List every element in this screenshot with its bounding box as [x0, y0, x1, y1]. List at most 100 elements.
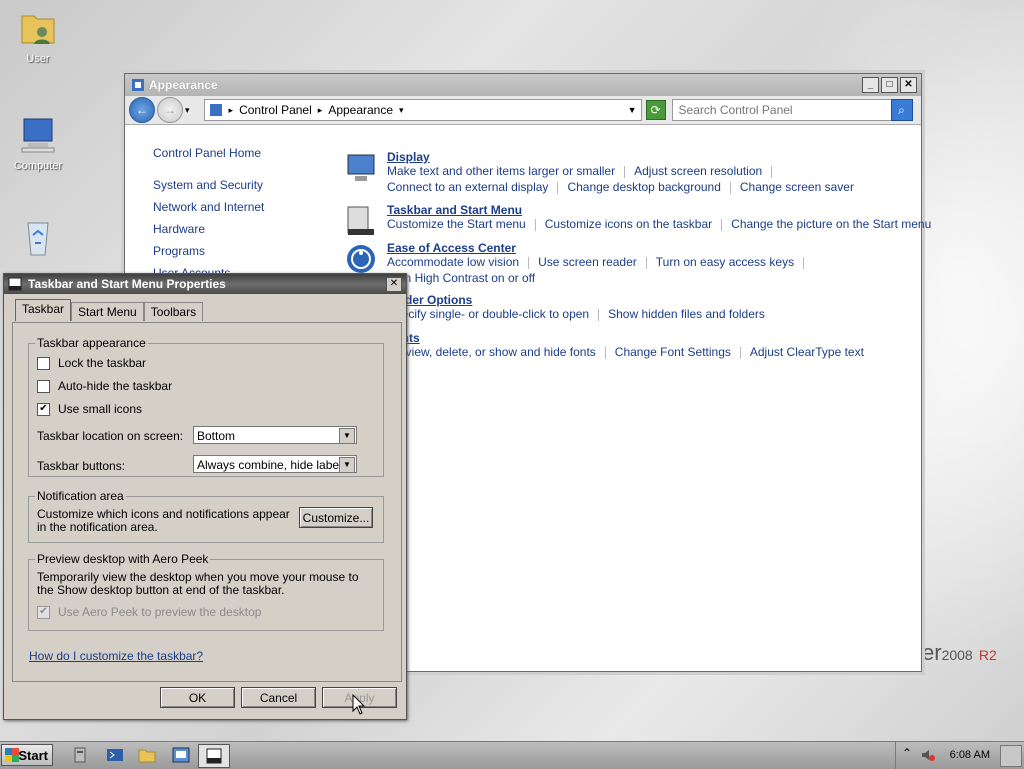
aero-peek-description: Temporarily view the desktop when you mo…: [37, 570, 359, 597]
tab-start-menu[interactable]: Start Menu: [71, 302, 144, 321]
recycle-bin-icon: [27, 222, 49, 256]
checkbox-box: ✔: [37, 605, 50, 619]
chevron-down-icon[interactable]: ▼: [339, 428, 355, 444]
chevron-down-icon[interactable]: ▼: [339, 457, 355, 473]
taskbar-buttons-select[interactable]: Always combine, hide labels ▼: [193, 455, 357, 473]
desktop-icon-user[interactable]: User: [0, 8, 76, 65]
taskbar-tab-panel: Taskbar appearance Lock the taskbar Auto…: [12, 322, 402, 682]
server-manager-icon[interactable]: [72, 746, 90, 764]
link-change-screen-saver[interactable]: Change screen saver: [740, 180, 854, 194]
category-title-taskbar[interactable]: Taskbar and Start Menu: [387, 203, 522, 217]
start-button[interactable]: Start: [1, 744, 53, 766]
link-accommodate-low-vision[interactable]: Accommodate low vision: [387, 255, 519, 269]
brand-text: er: [922, 640, 942, 665]
display-icon: [347, 154, 375, 181]
help-link[interactable]: How do I customize the taskbar?: [29, 649, 203, 663]
close-button[interactable]: ✕: [900, 77, 917, 93]
desktop-icon-recycle-bin[interactable]: [0, 217, 76, 262]
nav-system-security[interactable]: System and Security: [153, 178, 264, 200]
small-icons-checkbox[interactable]: ✔ Use small icons: [37, 402, 142, 416]
cancel-button[interactable]: Cancel: [241, 687, 316, 708]
link-make-text-larger[interactable]: Make text and other items larger or smal…: [387, 164, 615, 178]
dialog-title: Taskbar and Start Menu Properties: [28, 277, 226, 291]
customize-button[interactable]: Customize...: [299, 507, 373, 528]
recent-pages-chevron-icon[interactable]: ▾: [185, 105, 190, 116]
link-use-screen-reader[interactable]: Use screen reader: [538, 255, 637, 269]
brand-edition: R2: [978, 647, 997, 663]
notification-area-group: Notification area Customize which icons …: [28, 489, 384, 543]
select-value: Always combine, hide labels: [197, 458, 348, 472]
link-single-double-click[interactable]: Specify single- or double-click to open: [387, 307, 589, 321]
show-desktop-button[interactable]: [1000, 745, 1022, 767]
select-value: Bottom: [197, 429, 236, 443]
category-title-display[interactable]: Display: [387, 150, 430, 164]
desktop-icon-computer[interactable]: Computer: [0, 115, 76, 172]
navigation-bar: ← → ▾ ▸ Control Panel ▸ Appearance ▾ ▼ ⟳…: [125, 96, 921, 125]
volume-muted-icon[interactable]: [920, 747, 936, 763]
mouse-cursor-icon: [352, 694, 366, 715]
lock-taskbar-checkbox[interactable]: Lock the taskbar: [37, 356, 146, 370]
tab-toolbars[interactable]: Toolbars: [143, 302, 204, 321]
aero-peek-group: Preview desktop with Aero Peek Temporari…: [28, 552, 384, 631]
tab-taskbar[interactable]: Taskbar: [15, 299, 72, 321]
link-show-hidden-files[interactable]: Show hidden files and folders: [608, 307, 765, 321]
link-customize-start-menu[interactable]: Customize the Start menu: [387, 217, 526, 231]
maximize-button[interactable]: □: [881, 77, 898, 93]
taskbar-buttons-label: Taskbar buttons:: [37, 459, 126, 473]
desktop-icon-label: User: [26, 53, 50, 65]
link-change-desktop-background[interactable]: Change desktop background: [567, 180, 720, 194]
windows-logo-icon: [5, 748, 19, 762]
dialog-close-button[interactable]: ✕: [386, 277, 402, 292]
taskbar-properties-taskbar-button[interactable]: [198, 744, 230, 768]
link-change-font-settings[interactable]: Change Font Settings: [615, 345, 731, 359]
address-bar[interactable]: ▸ Control Panel ▸ Appearance ▾ ▼: [203, 99, 642, 121]
user-folder-icon: [21, 15, 55, 44]
address-dropdown-icon[interactable]: ▼: [628, 105, 637, 115]
link-connect-external-display[interactable]: Connect to an external display: [387, 180, 548, 194]
dialog-titlebar[interactable]: Taskbar and Start Menu Properties: [4, 274, 406, 294]
powershell-icon[interactable]: [106, 746, 124, 764]
nav-hardware[interactable]: Hardware: [153, 222, 264, 244]
checkbox-box[interactable]: [37, 379, 50, 393]
control-panel-taskbar-icon[interactable]: [172, 746, 190, 764]
checkbox-box[interactable]: [37, 356, 50, 370]
ok-button[interactable]: OK: [160, 687, 235, 708]
search-input[interactable]: [672, 102, 871, 118]
link-high-contrast[interactable]: Turn High Contrast on or off: [387, 271, 535, 285]
search-box[interactable]: ⌕: [671, 99, 913, 121]
nav-programs[interactable]: Programs: [153, 244, 264, 266]
window-title: Appearance: [149, 78, 218, 92]
group-label: Preview desktop with Aero Peek: [35, 552, 211, 566]
forward-button[interactable]: →: [157, 97, 183, 123]
nav-network-internet[interactable]: Network and Internet: [153, 200, 264, 222]
taskbar-appearance-group: Taskbar appearance Lock the taskbar Auto…: [28, 336, 384, 477]
control-panel-titlebar[interactable]: Appearance _ □ ✕: [125, 74, 921, 96]
taskbar-location-select[interactable]: Bottom ▼: [193, 426, 357, 444]
breadcrumb-control-panel[interactable]: Control Panel: [239, 103, 312, 117]
autohide-taskbar-checkbox[interactable]: Auto-hide the taskbar: [37, 379, 172, 393]
minimize-button[interactable]: _: [862, 77, 879, 93]
checkbox-box[interactable]: ✔: [37, 402, 50, 416]
search-icon[interactable]: ⌕: [890, 99, 913, 121]
link-preview-fonts[interactable]: Preview, delete, or show and hide fonts: [387, 345, 596, 359]
control-panel-icon: [132, 79, 144, 91]
show-hidden-icons-chevron-icon[interactable]: ⌃: [902, 746, 912, 760]
link-change-start-picture[interactable]: Change the picture on the Start menu: [731, 217, 931, 231]
taskbar-icon: [347, 206, 374, 235]
ease-of-access-icon: [347, 245, 375, 273]
link-easy-access-keys[interactable]: Turn on easy access keys: [656, 255, 794, 269]
group-label: Taskbar appearance: [35, 336, 148, 350]
checkbox-label: Use small icons: [58, 402, 143, 416]
control-panel-home-link[interactable]: Control Panel Home: [153, 146, 264, 168]
back-button[interactable]: ←: [129, 97, 155, 123]
breadcrumb-appearance[interactable]: Appearance: [328, 103, 393, 117]
clock[interactable]: 6:08 AM: [950, 749, 990, 761]
link-adjust-resolution[interactable]: Adjust screen resolution: [634, 164, 762, 178]
category-title-ease-of-access[interactable]: Ease of Access Center: [387, 241, 516, 255]
taskbar-properties-dialog: Taskbar and Start Menu Properties ✕ Task…: [3, 273, 407, 720]
refresh-icon[interactable]: ⟳: [645, 100, 666, 120]
link-adjust-cleartype[interactable]: Adjust ClearType text: [750, 345, 864, 359]
notification-tray: ⌃ 6:08 AM: [895, 742, 1024, 769]
explorer-folder-icon[interactable]: [138, 746, 156, 764]
link-customize-taskbar-icons[interactable]: Customize icons on the taskbar: [545, 217, 712, 231]
